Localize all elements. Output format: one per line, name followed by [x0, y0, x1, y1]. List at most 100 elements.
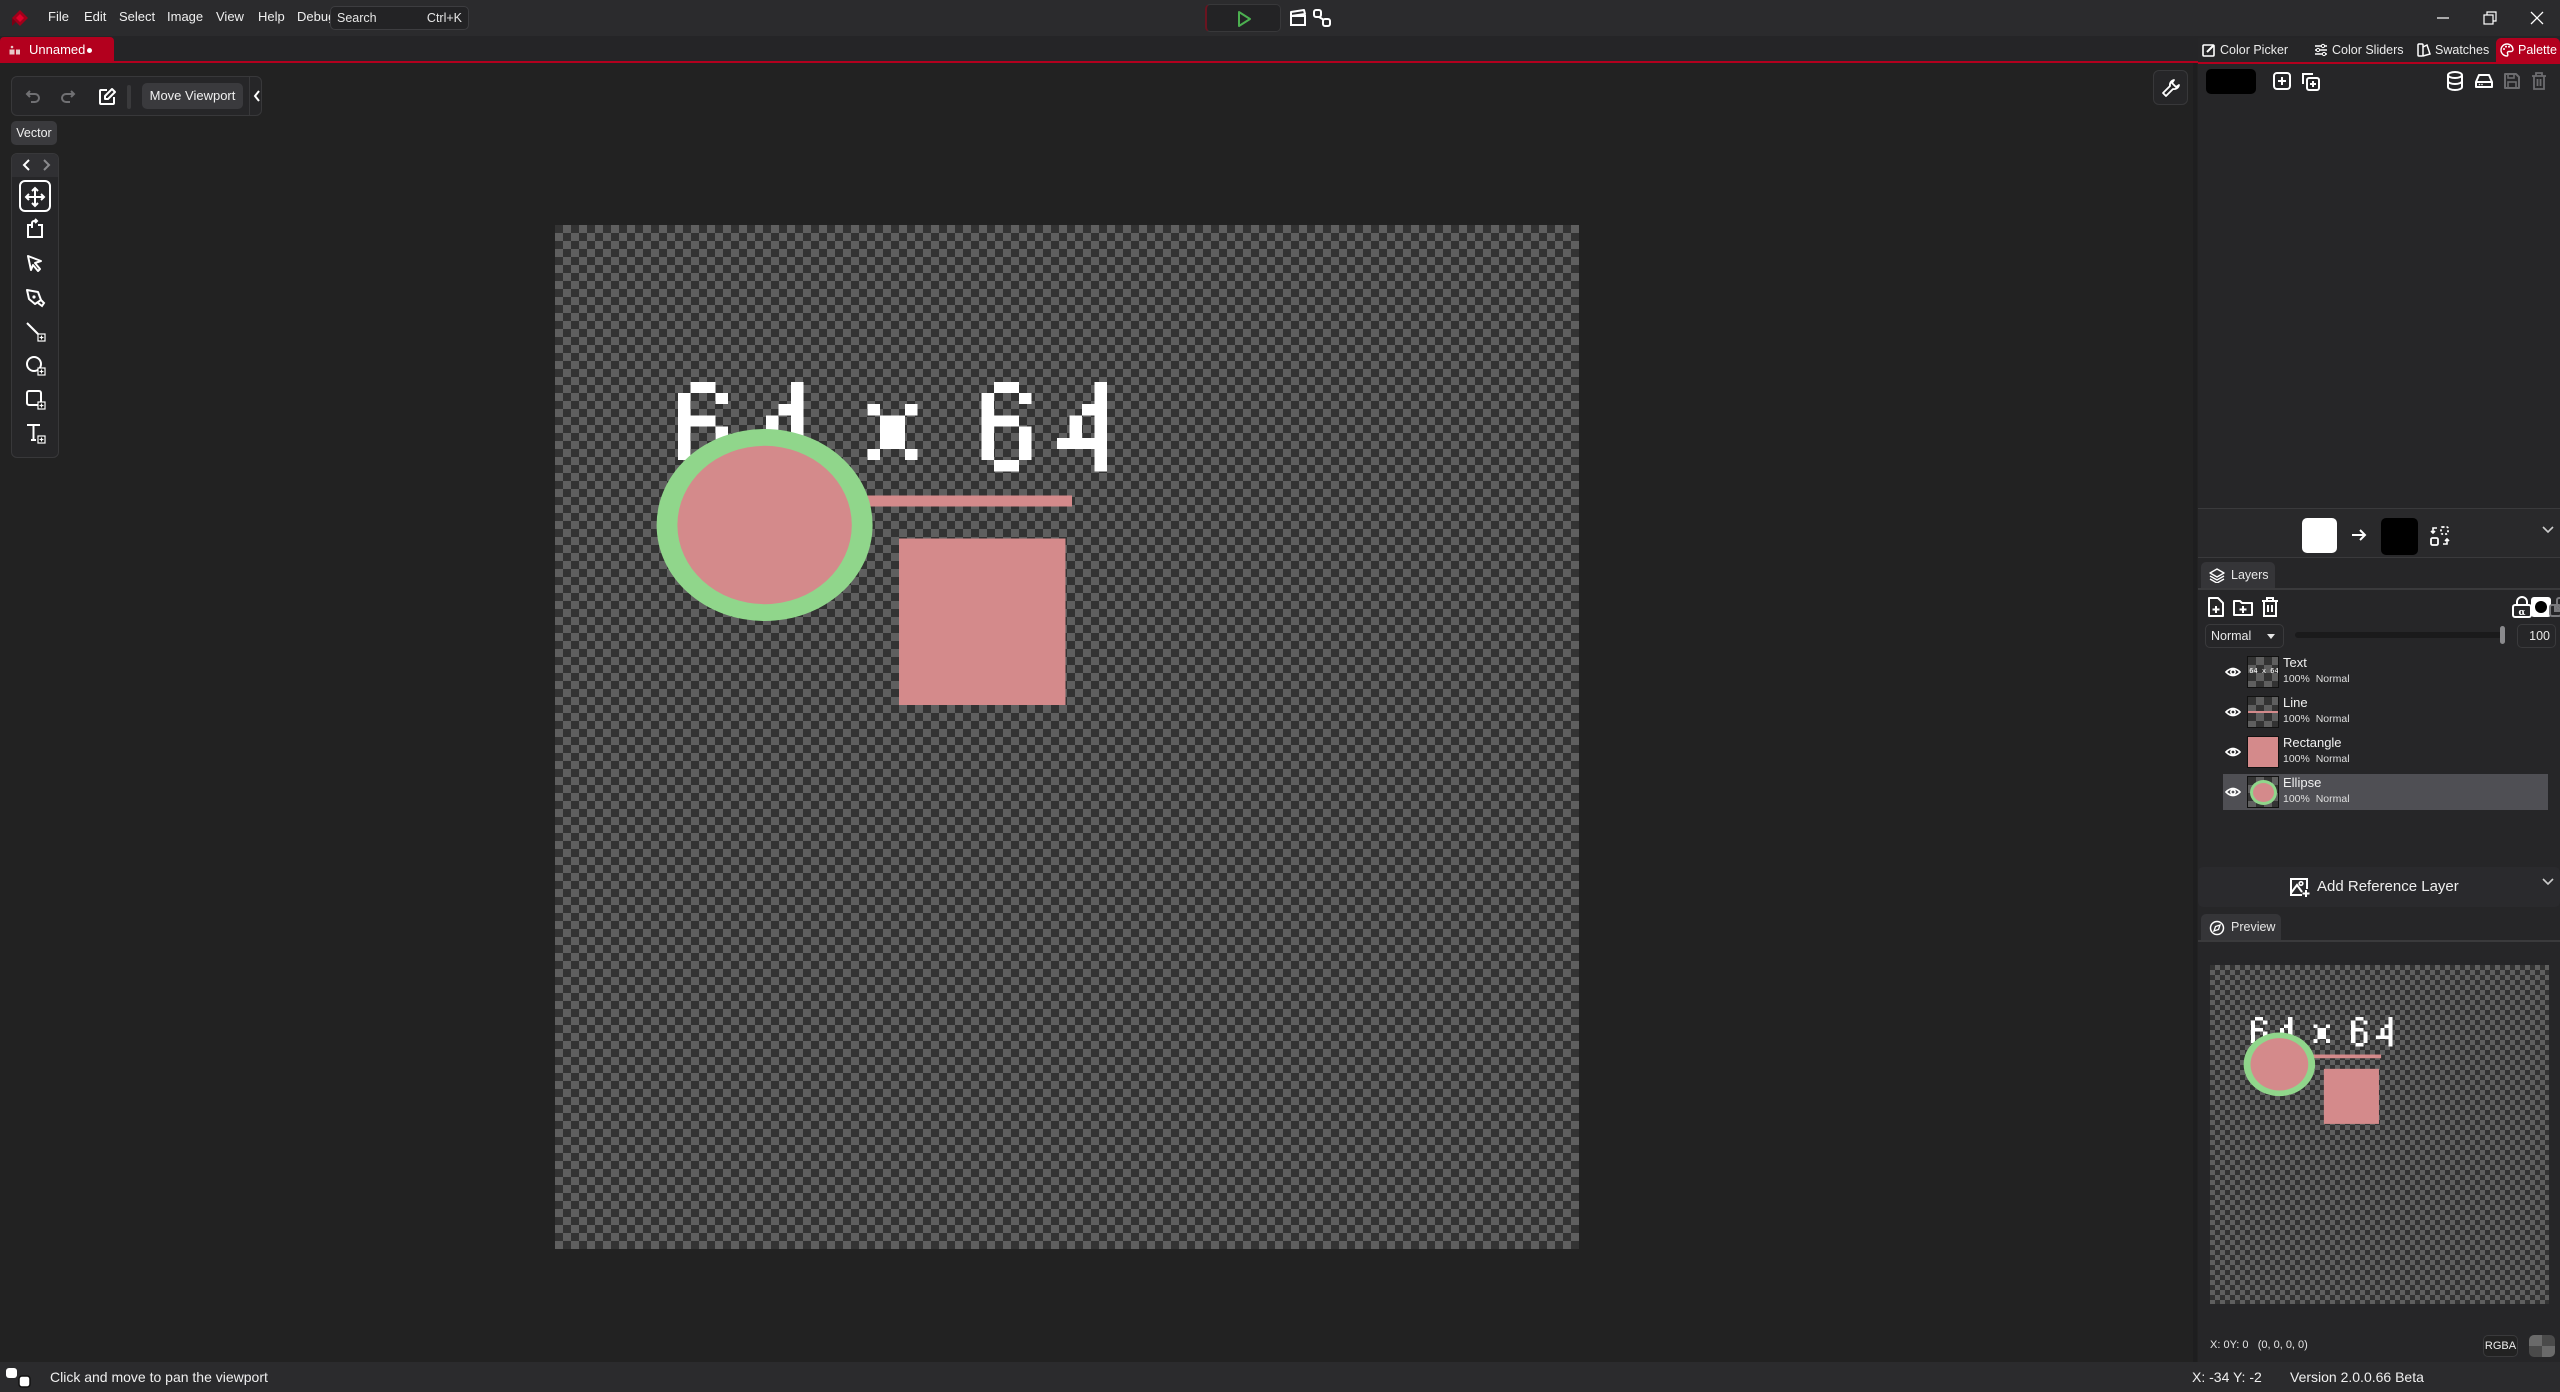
text-pixel — [2351, 1024, 2356, 1029]
layer-row-rectangle[interactable]: Rectangle 100% Normal — [2223, 734, 2548, 770]
text-pixel — [2388, 1024, 2393, 1029]
swap-colors-icon[interactable] — [2429, 525, 2451, 547]
panel-divider[interactable] — [2193, 63, 2197, 1362]
text-pixel — [2363, 1031, 2368, 1036]
tab-preview[interactable]: Preview — [2201, 914, 2281, 941]
primary-color-swatch[interactable] — [2302, 518, 2337, 553]
toolbar-separator — [127, 85, 131, 109]
tab-color-sliders[interactable]: Color Sliders — [2310, 38, 2405, 62]
tool-settings-button[interactable] — [2153, 70, 2188, 105]
drive-icon[interactable] — [2473, 70, 2495, 92]
prev-tool-group-icon[interactable] — [19, 157, 35, 173]
menu-file[interactable]: File — [48, 9, 69, 24]
tool-pen[interactable] — [19, 282, 51, 314]
text-pixel — [1082, 404, 1095, 416]
layer-row-ellipse[interactable]: Ellipse 100% Normal — [2223, 774, 2548, 810]
tool-rectangle[interactable] — [19, 384, 51, 416]
secondary-color-swatch[interactable] — [2381, 518, 2418, 555]
document-tab[interactable]: Unnamed — [0, 37, 114, 62]
search-input[interactable]: Search Ctrl+K — [330, 6, 469, 30]
new-layer-icon[interactable] — [2205, 596, 2227, 618]
layer-row-text[interactable]: 64 x 64 Text 100% Normal — [2223, 654, 2548, 690]
text-pixel — [778, 404, 792, 416]
duplicate-color-icon[interactable] — [2299, 70, 2321, 92]
tab-layers[interactable]: Layers — [2201, 562, 2275, 588]
tool-text[interactable] — [19, 418, 51, 450]
restore-icon[interactable] — [2480, 8, 2500, 28]
channel-mode-button[interactable]: RGBA — [2483, 1335, 2518, 1357]
unsaved-indicator — [87, 48, 92, 53]
chevron-down-icon[interactable] — [2541, 875, 2555, 889]
canvas-ellipse-fill — [677, 445, 852, 605]
play-icon — [1237, 11, 1251, 27]
visibility-eye-icon[interactable] — [2225, 745, 2241, 759]
clapperboard-icon[interactable] — [1288, 8, 1308, 28]
menu-select[interactable]: Select — [119, 9, 155, 24]
text-pixel — [981, 426, 995, 438]
preview-canvas[interactable] — [2210, 965, 2549, 1304]
play-button[interactable] — [1205, 4, 1281, 32]
pixel-info: X: 0Y: 0 (0, 0, 0, 0) — [2210, 1339, 2308, 1351]
menu-image[interactable]: Image — [167, 9, 203, 24]
layer-thumbnail: 64 x 64 — [2247, 656, 2279, 688]
drawing-canvas[interactable] — [555, 225, 1579, 1249]
active-tool-label: Move Viewport — [142, 83, 243, 109]
app-logo-icon — [12, 10, 28, 26]
opacity-slider[interactable] — [2295, 626, 2505, 644]
visibility-eye-icon[interactable] — [2225, 705, 2241, 719]
visibility-eye-icon[interactable] — [2225, 785, 2241, 799]
redo-icon[interactable] — [58, 86, 80, 108]
visibility-eye-icon[interactable] — [2225, 665, 2241, 679]
layer-name: Text — [2283, 655, 2307, 670]
blend-mode-select[interactable]: Normal — [2205, 624, 2284, 648]
text-pixel — [2380, 1031, 2385, 1036]
new-folder-icon[interactable] — [2232, 596, 2254, 618]
tool-select[interactable] — [19, 248, 51, 280]
tab-swatches[interactable]: Swatches — [2413, 38, 2493, 62]
merge-layer-icon[interactable] — [2548, 596, 2560, 618]
text-pixel — [2250, 1028, 2255, 1032]
menu-help[interactable]: Help — [258, 9, 285, 24]
opacity-slider-thumb[interactable] — [2500, 626, 2505, 644]
delete-layer-icon[interactable] — [2259, 596, 2281, 618]
text-pixel — [2355, 1042, 2360, 1047]
save-palette-icon[interactable] — [2501, 70, 2523, 92]
next-tool-group-icon[interactable] — [38, 157, 54, 173]
menubar: File Edit Select Image View Help Debug S… — [0, 0, 2560, 36]
palette-area[interactable] — [2198, 98, 2560, 506]
tool-move-viewport[interactable] — [19, 180, 51, 212]
tool-ellipse[interactable] — [19, 350, 51, 382]
text-pixel — [2313, 1039, 2318, 1043]
tab-palette[interactable]: Palette — [2496, 38, 2560, 62]
collapse-toolbar-button[interactable] — [249, 77, 263, 115]
minimize-icon[interactable] — [2433, 8, 2453, 28]
edit-icon[interactable] — [96, 86, 118, 108]
text-pixel — [715, 393, 729, 405]
text-pixel — [678, 415, 691, 427]
tool-rotate-viewport[interactable] — [19, 214, 51, 246]
menu-edit[interactable]: Edit — [84, 9, 106, 24]
tool-line[interactable] — [19, 316, 51, 348]
text-pixel — [2351, 1020, 2356, 1025]
close-icon[interactable] — [2527, 8, 2547, 28]
layer-row-line[interactable]: Line 100% Normal — [2223, 694, 2548, 730]
text-pixel — [1006, 415, 1019, 427]
transparency-toggle[interactable] — [2529, 1335, 2555, 1357]
text-pixel — [2388, 1039, 2393, 1043]
menu-view[interactable]: View — [216, 9, 244, 24]
chevron-down-icon[interactable] — [2541, 523, 2555, 537]
preview-rectangle-layer — [2323, 1068, 2379, 1124]
node-graph-icon[interactable] — [1312, 8, 1332, 28]
opacity-input[interactable]: 100 — [2517, 624, 2556, 648]
text-pixel — [1094, 404, 1107, 416]
palette-current-color[interactable] — [2206, 69, 2256, 94]
text-pixel — [2388, 1020, 2393, 1025]
text-pixel — [2250, 1020, 2255, 1025]
undo-icon[interactable] — [21, 86, 43, 108]
delete-palette-icon[interactable] — [2528, 70, 2550, 92]
statusbar: Click and move to pan the viewport X: -3… — [0, 1362, 2560, 1392]
tab-color-picker[interactable]: Color Picker — [2198, 38, 2296, 62]
database-icon[interactable] — [2444, 70, 2466, 92]
add-color-icon[interactable] — [2271, 70, 2293, 92]
add-reference-layer-button[interactable]: Add Reference Layer — [2198, 867, 2560, 907]
